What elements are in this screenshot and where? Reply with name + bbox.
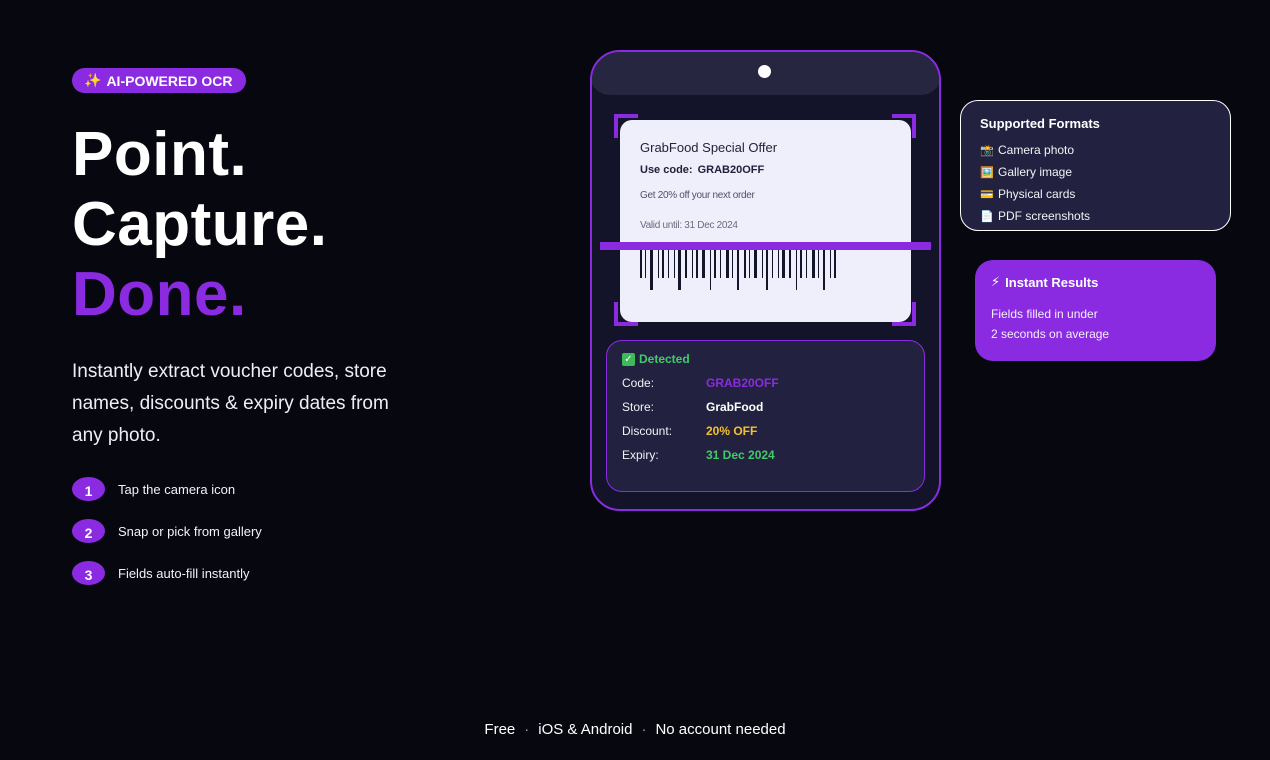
voucher-code-value: GRAB20OFF (697, 164, 765, 176)
sparkles-icon: ✨ (84, 72, 102, 88)
footer-item-no-account: No account needed (655, 721, 786, 738)
detected-row-expiry: Expiry: 31 Dec 2024 (622, 448, 775, 462)
format-item: 📸 Camera photo (980, 139, 1230, 161)
steps-list: 1 Tap the camera icon 2 Snap or pick fro… (72, 476, 262, 602)
phone-mockup: GrabFood Special Offer Use code: GRAB20OF… (590, 50, 941, 511)
detected-row-discount: Discount: 20% OFF (622, 424, 757, 438)
instant-results-card: ⚡ Instant Results Fields filled in under… (975, 260, 1216, 361)
step-item: 1 Tap the camera icon (72, 476, 262, 502)
voucher-valid-until: Valid until: 31 Dec 2024 (640, 220, 738, 231)
step-label: Fields auto-fill instantly (118, 565, 250, 581)
detected-value: 31 Dec 2024 (706, 448, 775, 462)
scan-corner-top-left (614, 114, 638, 138)
format-label: Camera photo (998, 143, 1075, 157)
hero-headline: Point. Capture. Done. (72, 120, 327, 330)
headline-line-1: Point. (72, 120, 248, 189)
detected-row-code: Code: GRAB20OFF (622, 376, 779, 390)
ai-ocr-badge: ✨ AI-POWERED OCR (72, 68, 246, 93)
instant-title: ⚡ Instant Results (991, 274, 1216, 290)
format-label: Gallery image (998, 165, 1073, 179)
step-label: Tap the camera icon (118, 481, 236, 497)
detected-panel: ✓ Detected Code: GRAB20OFF Store: GrabFo… (606, 340, 925, 492)
detected-heading: ✓ Detected (622, 352, 690, 366)
headline-line-2: Capture. (72, 190, 328, 259)
scan-corner-top-right (892, 114, 916, 138)
format-label: PDF screenshots (998, 209, 1091, 223)
lightning-icon: ⚡ (991, 274, 1001, 289)
detected-value: GRAB20OFF (706, 376, 779, 390)
format-item: 💳 Physical cards (980, 183, 1230, 205)
gallery-icon: 🖼️ (980, 166, 994, 179)
supported-formats-card: Supported Formats 📸 Camera photo 🖼️ Gall… (960, 100, 1231, 231)
detected-key: Expiry: (622, 448, 659, 462)
formats-title: Supported Formats (980, 116, 1100, 131)
scan-line (600, 242, 931, 250)
voucher-code-label: Use code: (640, 164, 693, 176)
document-icon: 📄 (980, 210, 994, 223)
camera-dot-icon (758, 65, 771, 78)
voucher-code: Use code: GRAB20OFF (640, 164, 764, 176)
step-item: 3 Fields auto-fill instantly (72, 560, 262, 586)
barcode-icon (640, 248, 836, 290)
card-icon: 💳 (980, 188, 994, 201)
step-number: 1 (72, 477, 105, 501)
format-label: Physical cards (998, 187, 1076, 201)
footer-item-platforms: iOS & Android (538, 721, 633, 738)
detected-value: GrabFood (706, 400, 764, 414)
step-number: 3 (72, 561, 105, 585)
instant-line-1: Fields filled in under (991, 307, 1098, 321)
footer-separator: · (524, 721, 530, 738)
step-item: 2 Snap or pick from gallery (72, 518, 262, 544)
format-item: 🖼️ Gallery image (980, 161, 1230, 183)
footer-separator: · (641, 721, 647, 738)
scan-corner-bottom-right (892, 302, 916, 326)
voucher-offer: Get 20% off your next order (640, 190, 755, 201)
detected-key: Discount: (622, 424, 673, 438)
detected-heading-label: Detected (639, 352, 690, 366)
footer-item-free: Free (484, 721, 516, 738)
hero-description: Instantly extract voucher codes, store n… (72, 361, 389, 446)
scan-corner-bottom-left (614, 302, 638, 326)
format-item: 📄 PDF screenshots (980, 205, 1230, 227)
footer-tagline: Free · iOS & Android · No account needed (0, 721, 1270, 738)
phone-notch-bar (592, 52, 939, 95)
step-label: Snap or pick from gallery (118, 523, 262, 539)
voucher-title: GrabFood Special Offer (640, 140, 778, 155)
detected-row-store: Store: GrabFood (622, 400, 763, 414)
instant-line-2: 2 seconds on average (991, 327, 1110, 341)
detected-value: 20% OFF (706, 424, 758, 438)
camera-icon: 📸 (980, 144, 994, 157)
check-icon: ✓ (622, 352, 635, 366)
voucher-card: GrabFood Special Offer Use code: GRAB20OF… (620, 120, 911, 322)
step-number: 2 (72, 519, 105, 543)
detected-key: Code: (622, 376, 655, 390)
headline-line-3: Done. (72, 260, 247, 329)
badge-label: AI-POWERED OCR (106, 72, 233, 89)
instant-title-label: Instant Results (1005, 274, 1099, 290)
detected-key: Store: (622, 400, 655, 414)
